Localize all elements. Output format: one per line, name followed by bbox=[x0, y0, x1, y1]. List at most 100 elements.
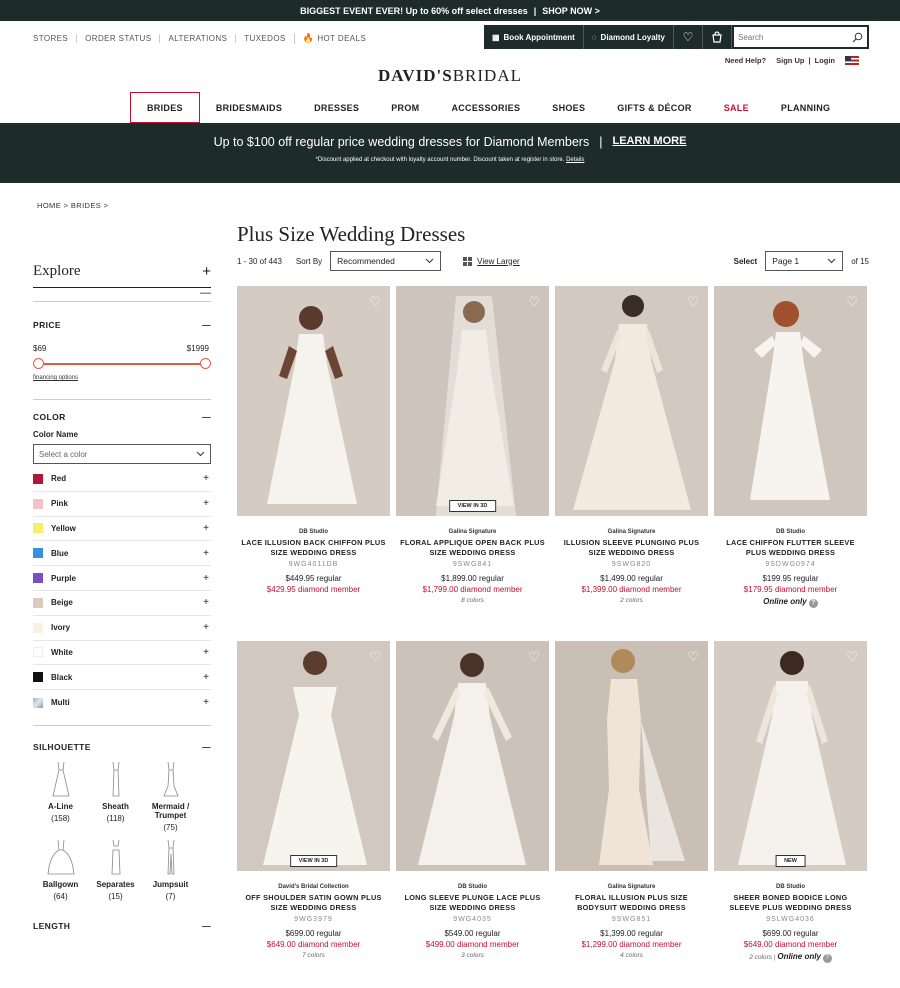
product-image[interactable]: ♡ NEW bbox=[714, 641, 867, 871]
plus-icon[interactable]: + bbox=[203, 622, 209, 633]
nav-accessories[interactable]: ACCESSORIES bbox=[435, 92, 536, 123]
product-image[interactable]: ♡ bbox=[396, 641, 549, 871]
site-logo[interactable]: DAVID'SBRIDAL bbox=[0, 66, 900, 86]
product-image[interactable]: ♡ bbox=[555, 286, 708, 516]
util-link-hot-deals[interactable]: 🔥 HOT DEALS bbox=[293, 33, 374, 44]
plus-icon[interactable]: + bbox=[203, 498, 209, 509]
plus-icon[interactable]: + bbox=[202, 263, 211, 280]
silhouette-ballgown[interactable]: Ballgown (64) bbox=[33, 838, 88, 901]
product-image[interactable]: ♡ VIEW IN 3D bbox=[396, 286, 549, 516]
view-in-3d-badge[interactable]: VIEW IN 3D bbox=[448, 500, 497, 512]
plus-icon[interactable]: + bbox=[203, 672, 209, 683]
nav-gifts-decor[interactable]: GIFTS & DÉCOR bbox=[601, 92, 707, 123]
color-option-beige[interactable]: Beige + bbox=[33, 591, 211, 616]
explore-collapse[interactable]: — bbox=[33, 288, 211, 302]
diamond-loyalty-button[interactable]: ◌ Diamond Loyalty bbox=[583, 25, 674, 49]
color-option-purple[interactable]: Purple + bbox=[33, 566, 211, 591]
page-select[interactable]: Page 1 bbox=[765, 251, 844, 271]
plus-icon[interactable]: + bbox=[203, 597, 209, 608]
search-input[interactable] bbox=[738, 32, 838, 42]
price-slider[interactable] bbox=[33, 357, 211, 371]
promo-bar[interactable]: BIGGEST EVENT EVER! Up to 60% off select… bbox=[0, 0, 900, 21]
view-larger-toggle[interactable]: View Larger bbox=[463, 256, 520, 266]
product-card[interactable]: ♡ VIEW IN 3D David's Bridal Collection O… bbox=[237, 641, 390, 988]
explore-header[interactable]: Explore + bbox=[33, 256, 211, 288]
util-link-stores[interactable]: STORES bbox=[33, 34, 76, 43]
price-facet-header[interactable]: PRICE — bbox=[33, 320, 211, 330]
minus-icon[interactable]: — bbox=[202, 320, 211, 330]
util-link-tuxedos[interactable]: TUXEDOS bbox=[235, 34, 293, 43]
login-link[interactable]: Login bbox=[815, 56, 835, 65]
color-option-yellow[interactable]: Yellow + bbox=[33, 517, 211, 542]
cart-button[interactable] bbox=[703, 25, 732, 49]
minus-icon[interactable]: — bbox=[202, 921, 211, 931]
product-name[interactable]: FLORAL APPLIQUE OPEN BACK PLUS SIZE WEDD… bbox=[396, 538, 549, 557]
product-card[interactable]: ♡ Galina Signature ILLUSION SLEEVE PLUNG… bbox=[555, 286, 708, 633]
silhouette-sheath[interactable]: Sheath (118) bbox=[88, 760, 143, 832]
sort-select[interactable]: Recommended bbox=[330, 251, 442, 271]
heart-icon[interactable]: ♡ bbox=[369, 649, 381, 665]
us-flag-icon[interactable] bbox=[845, 56, 859, 65]
silhouette-a-line[interactable]: A-Line (158) bbox=[33, 760, 88, 832]
product-name[interactable]: SHEER BONED BODICE LONG SLEEVE PLUS WEDD… bbox=[714, 893, 867, 912]
search-box[interactable] bbox=[732, 25, 869, 49]
length-facet-header[interactable]: LENGTH — bbox=[33, 921, 211, 931]
color-option-ivory[interactable]: Ivory + bbox=[33, 616, 211, 641]
color-option-blue[interactable]: Blue + bbox=[33, 541, 211, 567]
minus-icon[interactable]: — bbox=[200, 287, 211, 299]
sign-up-link[interactable]: Sign Up bbox=[776, 56, 804, 65]
price-slider-max-handle[interactable] bbox=[200, 358, 211, 369]
product-image[interactable]: ♡ bbox=[555, 641, 708, 871]
heart-icon[interactable]: ♡ bbox=[687, 649, 699, 665]
heart-icon[interactable]: ♡ bbox=[846, 649, 858, 665]
price-slider-min-handle[interactable] bbox=[33, 358, 44, 369]
wishlist-button[interactable]: ♡ bbox=[674, 25, 703, 49]
banner-details-link[interactable]: Details bbox=[566, 157, 584, 163]
learn-more-link[interactable]: LEARN MORE bbox=[612, 135, 686, 149]
product-name[interactable]: LACE CHIFFON FLUTTER SLEEVE PLUS WEDDING… bbox=[714, 538, 867, 557]
help-icon[interactable]: ? bbox=[822, 954, 832, 963]
util-link-order-status[interactable]: ORDER STATUS bbox=[76, 34, 159, 43]
product-card[interactable]: ♡ NEW DB Studio SHEER BONED BODICE LONG … bbox=[714, 641, 867, 988]
color-facet-header[interactable]: COLOR — bbox=[33, 412, 211, 422]
color-option-pink[interactable]: Pink + bbox=[33, 492, 211, 517]
nav-brides[interactable]: BRIDES bbox=[130, 92, 200, 123]
nav-sale[interactable]: SALE bbox=[708, 92, 765, 123]
color-option-white[interactable]: White + bbox=[33, 641, 211, 666]
color-option-red[interactable]: Red + bbox=[33, 467, 211, 492]
product-image[interactable]: ♡ bbox=[714, 286, 867, 516]
product-card[interactable]: ♡ DB Studio LACE ILLUSION BACK CHIFFON P… bbox=[237, 286, 390, 633]
nav-shoes[interactable]: SHOES bbox=[536, 92, 601, 123]
color-select[interactable]: Select a color bbox=[33, 444, 211, 464]
need-help-link[interactable]: Need Help? bbox=[725, 56, 766, 65]
heart-icon[interactable]: ♡ bbox=[687, 294, 699, 310]
color-option-multi[interactable]: Multi + bbox=[33, 690, 211, 715]
financing-options-link[interactable]: financing options bbox=[33, 375, 211, 381]
nav-bridesmaids[interactable]: BRIDESMAIDS bbox=[200, 92, 298, 123]
nav-dresses[interactable]: DRESSES bbox=[298, 92, 375, 123]
product-name[interactable]: LONG SLEEVE PLUNGE LACE PLUS SIZE WEDDIN… bbox=[396, 893, 549, 912]
product-name[interactable]: OFF SHOULDER SATIN GOWN PLUS SIZE WEDDIN… bbox=[237, 893, 390, 912]
plus-icon[interactable]: + bbox=[203, 697, 209, 708]
heart-icon[interactable]: ♡ bbox=[846, 294, 858, 310]
color-option-black[interactable]: Black + bbox=[33, 665, 211, 691]
product-card[interactable]: ♡ VIEW IN 3D Galina Signature FLORAL APP… bbox=[396, 286, 549, 633]
help-icon[interactable]: ? bbox=[808, 599, 818, 608]
util-link-alterations[interactable]: ALTERATIONS bbox=[159, 34, 235, 43]
nav-prom[interactable]: PROM bbox=[375, 92, 435, 123]
product-name[interactable]: LACE ILLUSION BACK CHIFFON PLUS SIZE WED… bbox=[237, 538, 390, 557]
plus-icon[interactable]: + bbox=[203, 473, 209, 484]
minus-icon[interactable]: — bbox=[202, 742, 211, 752]
product-card[interactable]: ♡ DB Studio LONG SLEEVE PLUNGE LACE PLUS… bbox=[396, 641, 549, 988]
nav-planning[interactable]: PLANNING bbox=[765, 92, 846, 123]
plus-icon[interactable]: + bbox=[203, 647, 209, 658]
minus-icon[interactable]: — bbox=[202, 412, 211, 422]
book-appointment-button[interactable]: ▦ Book Appointment bbox=[483, 25, 584, 49]
product-name[interactable]: FLORAL ILLUSION PLUS SIZE BODYSUIT WEDDI… bbox=[555, 893, 708, 912]
product-name[interactable]: ILLUSION SLEEVE PLUNGING PLUS SIZE WEDDI… bbox=[555, 538, 708, 557]
search-icon[interactable] bbox=[852, 32, 863, 43]
promo-shop-now-link[interactable]: SHOP NOW > bbox=[542, 6, 600, 16]
product-card[interactable]: ♡ DB Studio LACE CHIFFON FLUTTER SLEEVE … bbox=[714, 286, 867, 633]
heart-icon[interactable]: ♡ bbox=[369, 294, 381, 310]
silhouette-mermaid-trumpet[interactable]: Mermaid / Trumpet (75) bbox=[143, 760, 198, 832]
